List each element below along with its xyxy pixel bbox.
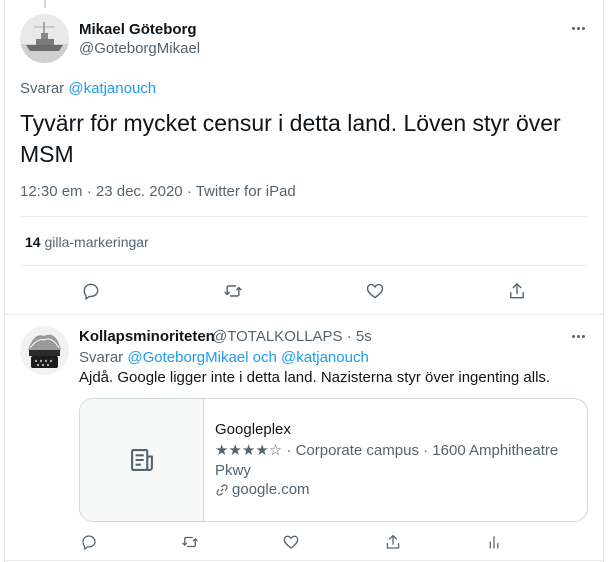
card-domain: google.com bbox=[215, 481, 310, 498]
retweet-icon bbox=[224, 285, 242, 297]
typewriter-photo-icon bbox=[20, 326, 69, 375]
meta-separator: · bbox=[186, 183, 192, 200]
share-icon bbox=[386, 534, 400, 549]
reply-author-name[interactable]: Kollapsminoriteten bbox=[79, 328, 215, 345]
replying-to-link[interactable]: @katjanouch bbox=[281, 349, 369, 366]
link-card[interactable]: Googleplex ★★★★☆ · Corporate campus · 16… bbox=[79, 398, 588, 522]
more-icon[interactable] bbox=[568, 22, 588, 34]
likes-summary[interactable]: 14 gilla-markeringar bbox=[25, 234, 149, 250]
retweet-button[interactable] bbox=[222, 280, 244, 302]
card-title: Googleplex bbox=[215, 421, 291, 438]
replying-to-link[interactable]: @katjanouch bbox=[68, 80, 156, 97]
tweet-source[interactable]: Twitter for iPad bbox=[196, 183, 296, 200]
reply-age[interactable]: 5s bbox=[356, 328, 372, 345]
ship-photo-icon bbox=[20, 14, 69, 63]
analytics-icon bbox=[489, 536, 499, 549]
tweet-date[interactable]: 23 dec. 2020 bbox=[96, 183, 183, 200]
heart-icon bbox=[283, 535, 299, 549]
reply-button[interactable] bbox=[78, 531, 100, 553]
divider bbox=[20, 216, 588, 217]
share-button[interactable] bbox=[506, 280, 528, 302]
tweet-meta: 12:30 em · 23 dec. 2020 · Twitter for iP… bbox=[20, 183, 296, 200]
meta-separator: · bbox=[346, 328, 352, 345]
replying-prefix: Svarar bbox=[79, 349, 124, 366]
author-avatar[interactable] bbox=[20, 14, 69, 63]
heart-icon bbox=[366, 283, 384, 299]
card-domain-text: google.com bbox=[232, 481, 310, 498]
author-handle[interactable]: @GoteborgMikael bbox=[79, 40, 200, 57]
likes-label: gilla-markeringar bbox=[44, 234, 149, 250]
reply-icon bbox=[82, 535, 96, 550]
card-thumbnail bbox=[80, 399, 204, 521]
like-button[interactable] bbox=[364, 280, 386, 302]
replying-to: Svarar @katjanouch bbox=[20, 80, 156, 97]
analytics-button[interactable] bbox=[483, 531, 505, 553]
author-name[interactable]: Mikael Göteborg bbox=[79, 21, 197, 38]
thread-connector bbox=[44, 0, 46, 8]
tweet-time[interactable]: 12:30 em bbox=[20, 183, 83, 200]
likes-count: 14 bbox=[25, 234, 41, 250]
reply-icon bbox=[83, 283, 99, 300]
divider bbox=[20, 265, 588, 266]
replying-prefix: Svarar bbox=[20, 80, 65, 97]
article-icon bbox=[130, 449, 153, 471]
divider bbox=[5, 314, 603, 315]
link-icon bbox=[216, 483, 228, 496]
replying-to-link[interactable]: @GoteborgMikael bbox=[127, 349, 248, 366]
reply-author-avatar[interactable] bbox=[20, 326, 69, 375]
reply-author-meta: @TOTALKOLLAPS · 5s bbox=[212, 328, 372, 345]
retweet-icon bbox=[182, 536, 198, 548]
share-icon bbox=[510, 283, 524, 299]
reply-button[interactable] bbox=[80, 280, 102, 302]
retweet-button[interactable] bbox=[179, 531, 201, 553]
like-button[interactable] bbox=[280, 531, 302, 553]
meta-separator: · bbox=[86, 183, 92, 200]
reply-text: Ajdå. Google ligger inte i detta land. N… bbox=[79, 369, 551, 386]
replying-and: och bbox=[252, 349, 277, 366]
share-button[interactable] bbox=[382, 531, 404, 553]
tweet-text: Tyvärr för mycket censur i detta land. L… bbox=[20, 110, 561, 167]
divider bbox=[5, 560, 603, 561]
reply-replying-to: Svarar @GoteborgMikael och @katjanouch bbox=[79, 349, 369, 366]
reply-author-handle[interactable]: @TOTALKOLLAPS bbox=[212, 328, 343, 345]
card-description: ★★★★☆ · Corporate campus · 1600 Amphithe… bbox=[215, 442, 559, 479]
more-icon[interactable] bbox=[568, 330, 588, 342]
